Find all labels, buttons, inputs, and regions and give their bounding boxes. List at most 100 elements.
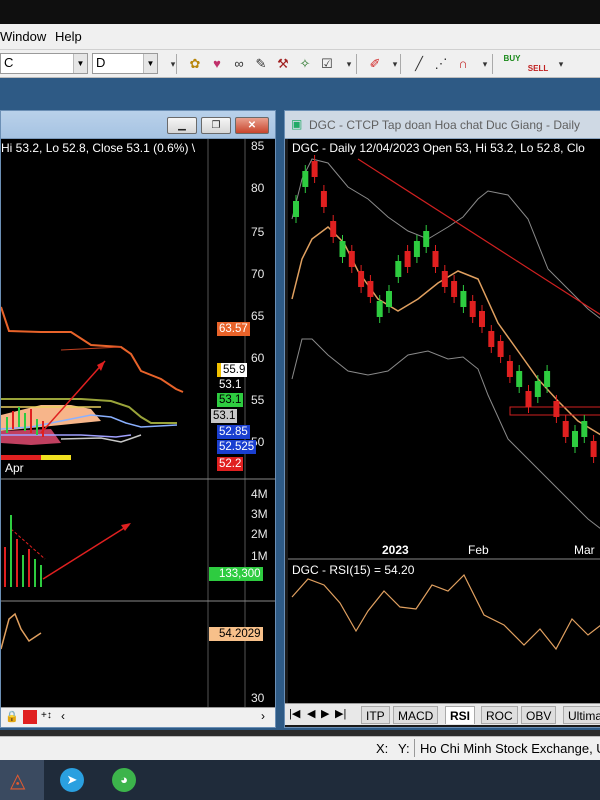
- volume-tick: 1M: [251, 549, 268, 563]
- line-tool-icon[interactable]: ╱: [408, 54, 430, 74]
- candle-body: [358, 271, 365, 287]
- candle-body: [525, 391, 532, 407]
- minimize-button[interactable]: ▁: [167, 117, 197, 134]
- price-tick: 55: [251, 393, 265, 407]
- volume-tick: 2M: [251, 527, 268, 541]
- status-bar: X: Y: Ho Chi Minh Stock Exchange, Un: [0, 736, 600, 760]
- price-tick: 65: [251, 309, 265, 323]
- candle-body: [311, 161, 318, 177]
- candle-body: [293, 201, 299, 217]
- candle-body: [516, 371, 523, 387]
- candle-body: [534, 381, 541, 397]
- right-chart-area[interactable]: DGC - Daily 12/04/2023 Open 53, Hi 53.2,…: [288, 139, 600, 709]
- candle-body: [562, 421, 569, 437]
- notepad-icon[interactable]: ✎: [250, 54, 272, 74]
- candle-body: [572, 431, 578, 447]
- status-y: Y:: [398, 741, 410, 756]
- interval-combo[interactable]: D ▼: [92, 53, 158, 74]
- taskbar: ◬ ➤ ◕: [0, 760, 600, 800]
- price-tag: 53.1: [211, 409, 238, 423]
- pen-color-icon[interactable]: ✐: [364, 54, 386, 74]
- gear-flower-icon[interactable]: ✿: [184, 54, 206, 74]
- candle-body: [339, 241, 346, 257]
- candle-body: [395, 261, 402, 277]
- candle-body: [590, 441, 597, 457]
- candle-body: [479, 311, 485, 327]
- left-window-titlebar[interactable]: ▁ ❐ ✕: [1, 111, 275, 139]
- amibroker-icon[interactable]: ◬: [10, 768, 25, 793]
- magnet-icon[interactable]: ∩: [452, 54, 474, 74]
- next-page-icon[interactable]: ▶: [321, 707, 329, 720]
- scroll-right-icon[interactable]: ›: [261, 709, 265, 723]
- first-page-icon[interactable]: |◀: [289, 707, 300, 720]
- rsi-label: DGC - RSI(15) = 54.20: [292, 563, 415, 577]
- candle-body: [302, 171, 309, 187]
- candle-body: [506, 361, 513, 377]
- price-tick: 85: [251, 139, 265, 153]
- scroll-left-icon[interactable]: ‹: [61, 709, 65, 723]
- checklist-icon[interactable]: ☑: [316, 54, 338, 74]
- tab-obv[interactable]: OBV: [521, 706, 557, 724]
- lock-icon[interactable]: 🔒: [5, 710, 19, 723]
- menu-help[interactable]: Help: [55, 29, 82, 44]
- right-window-titlebar[interactable]: ▣ DGC - CTCP Tap doan Hoa chat Duc Giang…: [285, 111, 600, 139]
- tab-ultimate[interactable]: Ultima: [563, 706, 600, 724]
- candle-body: [581, 421, 588, 437]
- price-tag: 55.9: [217, 363, 248, 377]
- candle-body: [404, 251, 411, 267]
- candle-body: [386, 291, 392, 307]
- screen-top-strip: [0, 0, 600, 24]
- prev-page-icon[interactable]: ◀: [307, 707, 315, 720]
- menu-window[interactable]: Window: [0, 29, 46, 44]
- volume-tick: 3M: [251, 507, 268, 521]
- left-chart-area[interactable]: Hi 53.2, Lo 52.8, Close 53.1 (0.6%) \ 85…: [1, 139, 275, 707]
- rsi-tick: 30: [251, 691, 265, 705]
- delete-icon[interactable]: [23, 710, 37, 724]
- price-tick: 70: [251, 267, 265, 281]
- tab-rsi[interactable]: RSI: [445, 706, 476, 724]
- chevron-down-icon[interactable]: ▼: [143, 54, 157, 73]
- zoom-icon[interactable]: +↕: [41, 710, 52, 721]
- heart-check-icon[interactable]: ♥: [206, 54, 228, 74]
- candle-body: [367, 281, 374, 297]
- toolbar: C ▼ D ▼ ▾ ✿ ♥ ∞ ✎ ⚒ ✧ ☑ ▾ ✐ ▾ ╱ ⋰ ∩ ▾ BU…: [0, 50, 600, 78]
- chevron-down-icon[interactable]: ▼: [73, 54, 87, 73]
- symbol-combo[interactable]: C ▼: [0, 53, 88, 74]
- candle-body: [544, 371, 551, 387]
- price-tick: 60: [251, 351, 265, 365]
- price-tick: 80: [251, 181, 265, 195]
- restore-button[interactable]: ❐: [201, 117, 231, 134]
- x-axis-label: 2023: [382, 543, 409, 557]
- window-title: DGC - CTCP Tap doan Hoa chat Duc Giang -…: [309, 118, 581, 132]
- close-button[interactable]: ✕: [235, 117, 269, 134]
- rsi-tag: 54.2029: [209, 627, 263, 641]
- interval-value: D: [96, 55, 106, 70]
- candle-body: [423, 231, 430, 247]
- left-window-scrollbar[interactable]: 🔒 +↕ ‹ ›: [1, 707, 275, 727]
- dotted-line-icon[interactable]: ⋰: [430, 54, 452, 74]
- wand-icon[interactable]: ✧: [294, 54, 316, 74]
- green-app-icon[interactable]: ◕: [112, 768, 136, 792]
- candle-body: [320, 191, 327, 207]
- sell-button[interactable]: SELL: [526, 54, 550, 74]
- candle-body: [376, 301, 383, 317]
- tab-roc[interactable]: ROC: [481, 706, 518, 724]
- price-tag: 52.2: [217, 457, 244, 471]
- menu-bar: Window Help: [0, 24, 600, 50]
- candle-body: [330, 221, 337, 237]
- tab-macd[interactable]: MACD: [393, 706, 439, 724]
- telegram-icon[interactable]: ➤: [60, 768, 84, 792]
- glasses-icon[interactable]: ∞: [228, 54, 250, 74]
- tools-icon[interactable]: ⚒: [272, 54, 294, 74]
- x-axis-label: Mar: [574, 543, 595, 557]
- buy-button[interactable]: BUY: [500, 54, 524, 74]
- tab-itp[interactable]: ITP: [361, 706, 390, 724]
- price-tag: 52.85: [217, 425, 250, 439]
- last-page-icon[interactable]: ▶|: [335, 707, 346, 720]
- chart-window-icon: ▣: [291, 117, 303, 131]
- price-tag: 63.57: [217, 322, 250, 336]
- candle-body: [460, 291, 467, 307]
- volume-tick: 4M: [251, 487, 268, 501]
- x-axis-label: Feb: [468, 543, 489, 557]
- candle-body: [553, 401, 560, 417]
